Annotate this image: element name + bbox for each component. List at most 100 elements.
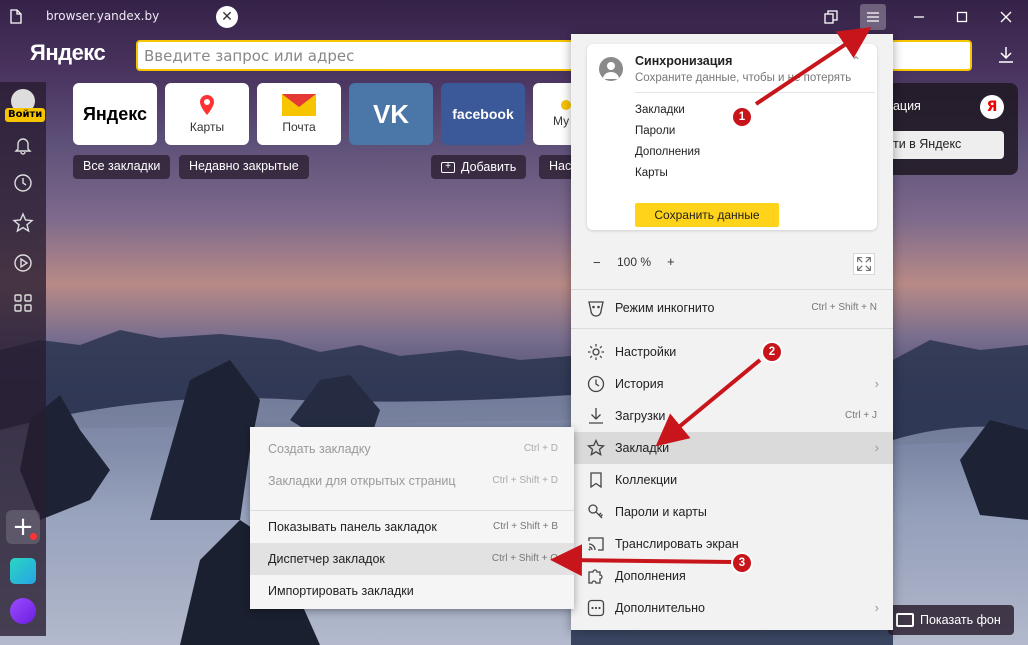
tile-label: Му	[553, 114, 570, 128]
menu-item-downloads[interactable]: Загрузки Ctrl + J	[571, 400, 893, 432]
hamburger-icon	[867, 12, 879, 22]
clock-icon[interactable]	[12, 172, 34, 194]
vk-logo-icon: VK	[372, 98, 410, 129]
submenu-item-create-bookmark[interactable]: Создать закладку Ctrl + D	[250, 433, 574, 465]
play-icon[interactable]	[12, 252, 34, 274]
shortcut-label: Ctrl + D	[523, 443, 558, 454]
login-yandex-button[interactable]: йти в Яндекс	[886, 131, 1004, 159]
download-icon[interactable]	[996, 45, 1016, 65]
submenu-item-bookmark-manager[interactable]: Диспетчер закладок Ctrl + Shift + O	[250, 543, 574, 575]
more-dots-icon	[587, 599, 605, 617]
menu-item-incognito[interactable]: Режим инкогнито Ctrl + Shift + N	[571, 292, 893, 324]
tile-facebook[interactable]: facebook	[441, 83, 525, 145]
menu-item-label: Загрузки	[615, 409, 666, 423]
annotation-badge-2: 2	[761, 341, 783, 363]
tabs-overview-button[interactable]	[818, 4, 844, 30]
fullscreen-icon[interactable]	[853, 253, 875, 275]
zoom-row: − 100 % +	[571, 240, 893, 284]
submenu-item-label: Показывать панель закладок	[268, 520, 437, 534]
apps-grid-icon[interactable]	[12, 292, 34, 314]
sync-card: Синхронизация Сохраните данные, чтобы и …	[587, 44, 877, 230]
shortcut-label: Ctrl + Shift + N	[811, 302, 877, 313]
submenu-item-label: Импортировать закладки	[268, 584, 414, 598]
submenu-item-bookmark-open-pages[interactable]: Закладки для открытых страниц Ctrl + Shi…	[250, 465, 574, 497]
shortcut-label: Ctrl + J	[845, 410, 877, 421]
menu-item-bookmarks[interactable]: Закладки ›	[571, 432, 893, 464]
menu-item-settings[interactable]: Настройки	[571, 336, 893, 368]
customize-button[interactable]: Нас	[539, 155, 573, 179]
page-icon	[10, 9, 22, 24]
tile-yandex[interactable]: Яндекс	[73, 83, 157, 145]
gear-icon	[588, 344, 604, 360]
menu-item-more[interactable]: Дополнительно ›	[571, 592, 893, 624]
login-badge[interactable]: Войти	[5, 108, 46, 122]
sync-title: Синхронизация	[635, 54, 733, 68]
shortcut-label: Ctrl + Shift + D	[492, 475, 558, 486]
star-icon[interactable]	[12, 212, 34, 234]
menu-item-label: Дополнения	[615, 569, 686, 583]
user-icon	[599, 57, 623, 81]
facebook-logo: facebook	[452, 106, 514, 122]
tile-vk[interactable]: VK	[349, 83, 433, 145]
bell-icon[interactable]	[12, 134, 34, 156]
mail-icon	[282, 94, 316, 116]
download-icon	[589, 408, 603, 424]
bookmarks-submenu: Создать закладку Ctrl + D Закладки для о…	[250, 427, 574, 609]
submenu-item-label: Закладки для открытых страниц	[268, 474, 456, 488]
submenu-item-label: Создать закладку	[268, 442, 371, 456]
left-sidebar: Войти +	[0, 82, 46, 636]
collections-icon	[590, 472, 602, 489]
add-panel-button[interactable]: +	[6, 510, 40, 544]
messenger-app-icon[interactable]	[10, 558, 36, 584]
yandex-tile-logo: Яндекс	[82, 103, 148, 124]
menu-item-label: Режим инкогнито	[615, 301, 715, 315]
chevron-right-icon: ›	[874, 600, 879, 615]
tile-label: Карты	[189, 120, 225, 134]
yandex-logo[interactable]: Яндекс	[30, 40, 106, 66]
close-window-button[interactable]	[993, 4, 1019, 30]
clock-icon	[587, 375, 605, 393]
image-icon	[896, 613, 914, 627]
menu-item-collections[interactable]: Коллекции	[571, 464, 893, 496]
menu-item-label: Закладки	[615, 441, 670, 455]
menu-item-label: История	[615, 377, 664, 391]
main-menu-button[interactable]	[860, 4, 886, 30]
sync-item: Пароли	[635, 125, 676, 137]
menu-item-label: Пароли и карты	[615, 505, 707, 519]
submenu-item-import-bookmarks[interactable]: Импортировать закладки	[250, 575, 574, 607]
tile-label: Почта	[282, 120, 316, 134]
menu-item-passwords[interactable]: Пароли и карты	[571, 496, 893, 528]
puzzle-icon	[588, 569, 603, 584]
zoom-out-button[interactable]: −	[593, 255, 601, 270]
all-bookmarks-button[interactable]: Все закладки	[73, 155, 171, 179]
recently-closed-button[interactable]: Недавно закрытые	[179, 155, 309, 179]
add-tile-button[interactable]: + Добавить	[431, 155, 527, 179]
star-icon	[587, 439, 605, 456]
tile-maps[interactable]: Карты	[165, 83, 249, 145]
tile-mail[interactable]: Почта	[257, 83, 341, 145]
menu-item-cast-screen[interactable]: Транслировать экран	[571, 528, 893, 560]
save-data-button[interactable]: Сохранить данные	[635, 203, 779, 227]
menu-item-label: Транслировать экран	[615, 537, 739, 551]
divider	[635, 92, 875, 93]
menu-item-label: Дополнительно	[615, 601, 705, 615]
menu-item-history[interactable]: История ›	[571, 368, 893, 400]
show-background-button[interactable]: Показать фон	[888, 605, 1014, 635]
incognito-mask-icon	[588, 301, 604, 317]
menu-item-label: Коллекции	[615, 473, 678, 487]
close-tab-button[interactable]: ✕	[216, 6, 238, 28]
add-label: Добавить	[461, 160, 517, 174]
chevron-up-icon[interactable]: ⌃	[851, 54, 861, 68]
maximize-button[interactable]	[949, 4, 975, 30]
alice-assistant-icon[interactable]	[10, 598, 36, 624]
minimize-icon	[914, 16, 924, 18]
tab-title[interactable]: browser.yandex.by	[46, 9, 159, 23]
add-icon: +	[441, 161, 455, 173]
chevron-right-icon: ›	[874, 376, 879, 391]
submenu-item-show-bookmarks-bar[interactable]: Показывать панель закладок Ctrl + Shift …	[250, 511, 574, 543]
annotation-badge-3: 3	[731, 552, 753, 574]
minimize-button[interactable]	[906, 4, 932, 30]
tile-music[interactable]: Му	[533, 83, 573, 145]
zoom-in-button[interactable]: +	[667, 254, 675, 269]
map-pin-icon	[200, 95, 214, 115]
